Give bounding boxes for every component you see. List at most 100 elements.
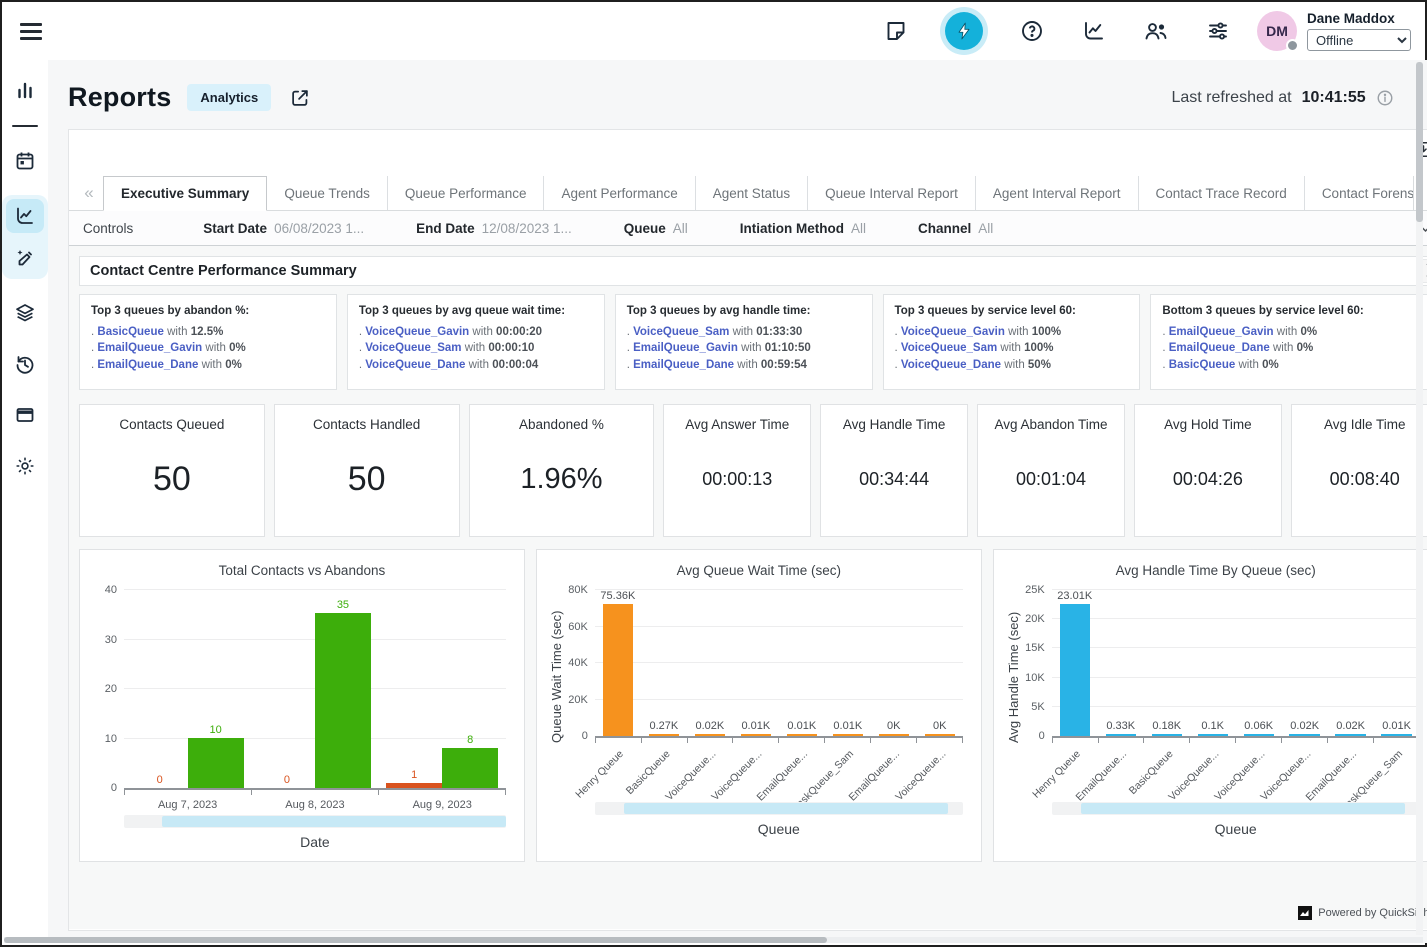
category-henry-queue: 75.36K [595,590,641,736]
queue-link[interactable]: VoiceQueue_Sam [365,342,461,354]
avatar[interactable]: DM [1257,11,1297,51]
bar[interactable] [603,604,633,736]
tab-queue-interval-report[interactable]: Queue Interval Report [808,176,976,210]
bar[interactable] [1060,604,1090,736]
bar-stack: 0.01K [787,590,817,736]
bar-value-label: 0.1K [1201,720,1224,732]
external-link-icon[interactable] [289,87,311,109]
queue-link[interactable]: VoiceQueue_Dane [901,359,1001,371]
bar-value-label: 23.01K [1057,590,1092,602]
x-tick-label: Henry Queue [574,748,627,801]
sidebar-item-window[interactable] [6,398,44,432]
queue-link[interactable]: VoiceQueue_Dane [365,359,465,371]
y-tick-label: 10K [1005,672,1045,684]
bar[interactable] [1152,734,1182,736]
tab-contact-trace-record[interactable]: Contact Trace Record [1139,176,1305,210]
queue-link[interactable]: VoiceQueue_Sam [901,342,997,354]
tab-queue-trends[interactable]: Queue Trends [267,176,388,210]
queue-link[interactable]: VoiceQueue_Gavin [901,326,1005,338]
tab-agent-performance[interactable]: Agent Performance [544,176,695,210]
vertical-scrollbar-thumb[interactable] [1416,62,1423,222]
horizontal-scrollbar-thumb[interactable] [4,937,827,943]
analytics-badge: Analytics [187,84,271,111]
filter-channel[interactable]: ChannelAll [918,221,993,236]
sidebar-item-calendar[interactable] [6,144,44,178]
tab-agent-status[interactable]: Agent Status [696,176,808,210]
bar[interactable] [925,734,955,736]
hamburger-menu-icon[interactable] [20,23,46,40]
bar[interactable] [741,734,771,736]
bolt-button[interactable] [945,12,983,50]
vertical-scrollbar[interactable] [1416,62,1423,935]
queue-link[interactable]: VoiceQueue_Gavin [365,326,469,338]
bar[interactable] [649,734,679,736]
settings-sliders-icon[interactable] [1205,18,1231,44]
sidebar-item-settings[interactable] [6,449,44,483]
bar[interactable] [1381,734,1411,736]
bar-stack: 0.18K [1152,590,1182,736]
bar-total-contacts[interactable] [188,738,244,788]
status-select[interactable]: Offline [1307,29,1411,51]
chart-scrollbar-thumb[interactable] [162,816,506,827]
bar-stack: 0K [925,590,955,736]
sidebar-item-layers[interactable] [6,296,44,330]
bar[interactable] [1198,734,1228,736]
bar[interactable] [1289,734,1319,736]
tab-executive-summary[interactable]: Executive Summary [103,176,267,211]
chart-scrollbar-thumb[interactable] [624,803,948,814]
insight-value: 0% [229,342,246,354]
bar-value-label: 0K [933,720,946,732]
bar-total-contacts[interactable] [315,613,371,788]
chart-scrollbar[interactable] [595,802,963,815]
info-icon[interactable] [1376,89,1394,107]
contacts-icon[interactable] [1143,18,1169,44]
chart-scrollbar[interactable] [1052,802,1420,815]
queue-link[interactable]: VoiceQueue_Sam [633,326,729,338]
filter-start-date[interactable]: Start Date06/08/2023 1... [203,221,364,236]
queue-link[interactable]: EmailQueue_Gavin [97,342,202,354]
help-icon[interactable] [1019,18,1045,44]
bar[interactable] [1244,734,1274,736]
sidebar-item-analytics[interactable] [6,199,44,233]
queue-link[interactable]: EmailQueue_Dane [633,359,734,371]
bar[interactable] [787,734,817,736]
horizontal-scrollbar[interactable] [4,937,1423,943]
sidebar-item-design[interactable] [6,241,44,275]
sidebar-item-dashboard[interactable] [6,74,44,108]
queue-link[interactable]: EmailQueue_Dane [1169,342,1270,354]
queue-link[interactable]: BasicQueue [97,326,163,338]
chart-scrollbar[interactable] [124,815,506,828]
chart-scrollbar-thumb[interactable] [1081,803,1405,814]
bar-stack: 0.02K [1335,590,1365,736]
tab-contact-forensics[interactable]: Contact Forensics [1305,176,1427,210]
filter-value: All [978,221,993,236]
queue-link[interactable]: EmailQueue_Gavin [633,342,738,354]
bar-total-contacts[interactable] [442,748,498,788]
queue-link[interactable]: BasicQueue [1169,359,1235,371]
bar-value-label: 0.02K [695,720,724,732]
note-icon[interactable] [883,18,909,44]
tab-queue-performance[interactable]: Queue Performance [388,176,545,210]
filter-queue[interactable]: QueueAll [624,221,688,236]
sidebar-item-history[interactable] [6,347,44,381]
y-tick-label: 40 [77,584,117,596]
bar-value-label: 0 [284,774,290,786]
queue-link[interactable]: EmailQueue_Gavin [1169,326,1274,338]
metrics-icon[interactable] [1081,18,1107,44]
filter-intiation-method[interactable]: Intiation MethodAll [740,221,866,236]
bar[interactable] [833,734,863,736]
bar[interactable] [879,734,909,736]
bar-value-label: 0.02K [1336,720,1365,732]
bar-abandons[interactable] [386,783,442,788]
bar-stack: 75.36K [603,590,633,736]
tab-agent-interval-report[interactable]: Agent Interval Report [976,176,1139,210]
bar[interactable] [1335,734,1365,736]
bar[interactable] [1106,734,1136,736]
queue-link[interactable]: EmailQueue_Dane [97,359,198,371]
bar[interactable] [695,734,725,736]
tabs-scroll-left-icon[interactable]: « [75,176,103,210]
sidebar-divider [12,125,38,127]
kpi-value: 00:04:26 [1173,432,1243,536]
filter-end-date[interactable]: End Date12/08/2023 1... [416,221,572,236]
bar-stack: 0.33K [1106,590,1136,736]
